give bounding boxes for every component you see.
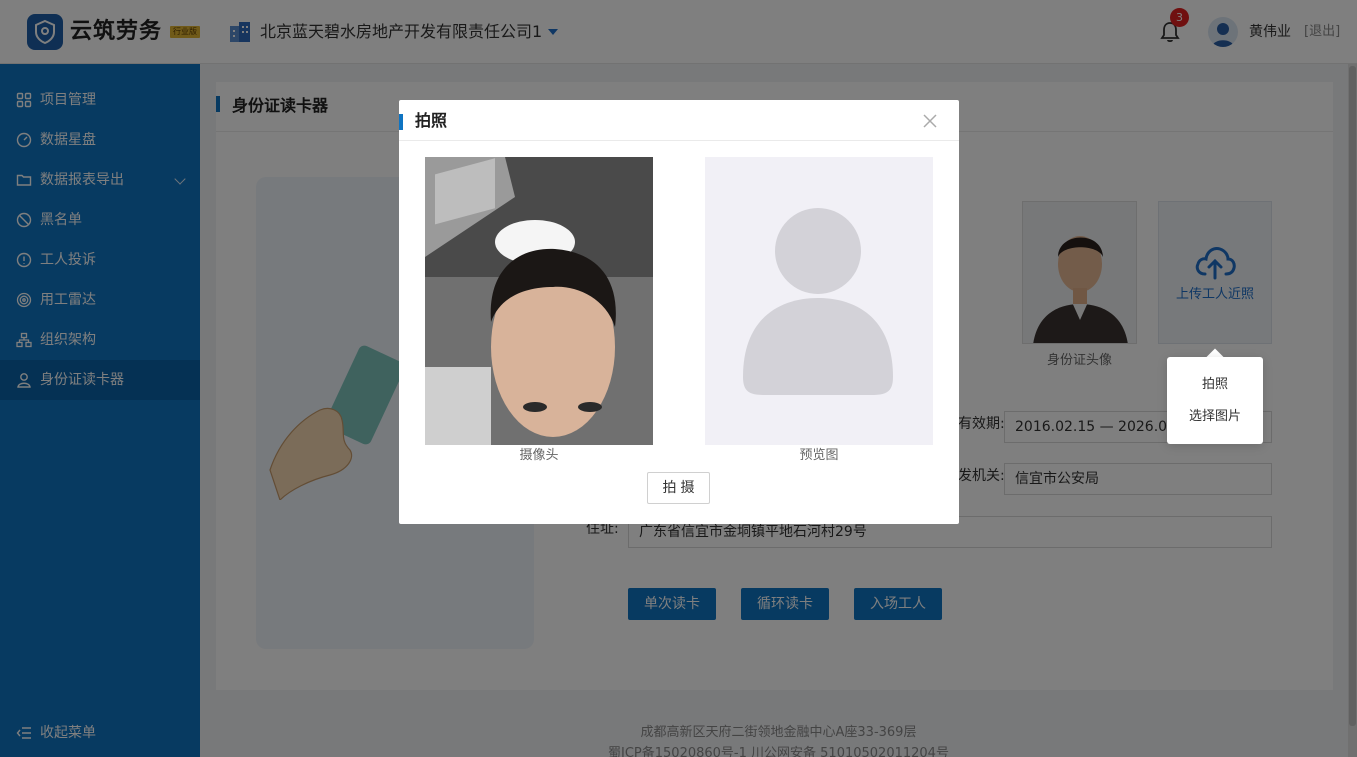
choose-image-option[interactable]: 选择图片 — [1167, 407, 1263, 427]
close-icon[interactable] — [921, 112, 939, 130]
person-placeholder-icon — [743, 208, 893, 395]
modal-title-accent — [399, 114, 403, 130]
modal-divider — [399, 140, 959, 141]
camera-label: 摄像头 — [519, 448, 559, 463]
preview-label: 预览图 — [799, 448, 839, 463]
photo-modal: 拍照 摄像头 预览图 拍摄 — [399, 100, 959, 524]
modal-title: 拍照 — [415, 111, 448, 130]
shoot-button[interactable]: 拍摄 — [647, 472, 710, 504]
upload-options-popover: 拍照 选择图片 — [1167, 357, 1263, 444]
camera-feed — [425, 157, 653, 445]
take-photo-option[interactable]: 拍照 — [1167, 375, 1263, 395]
preview-image — [705, 157, 933, 445]
